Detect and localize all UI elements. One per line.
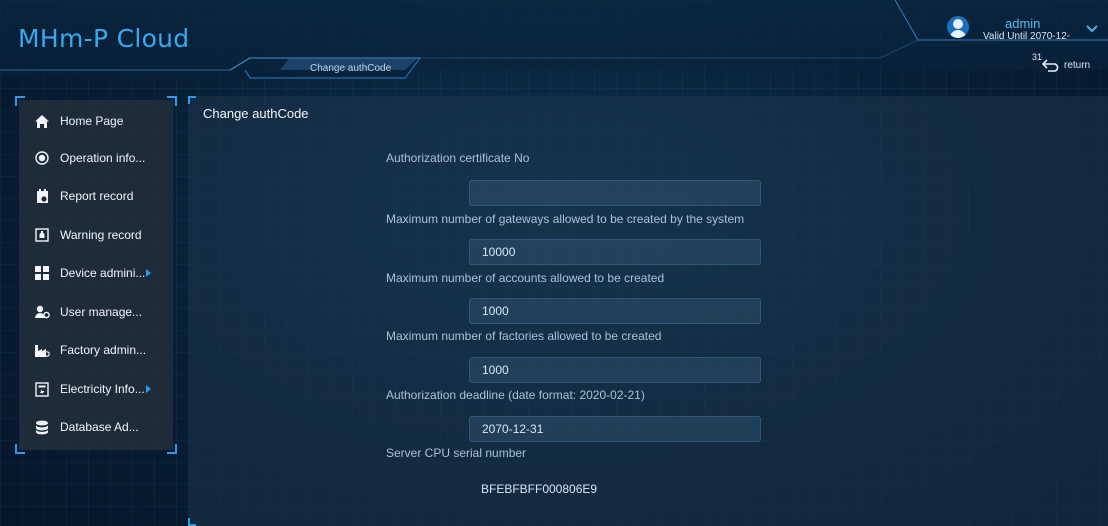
- sidebar-item-device-admin[interactable]: Device admini...: [19, 258, 173, 288]
- avatar[interactable]: [947, 16, 969, 38]
- sidebar-item-label: User manage...: [60, 305, 143, 319]
- cpu-serial-value: BFEBFBFF000806E9: [481, 482, 598, 496]
- certificate-no-input[interactable]: [469, 180, 761, 206]
- return-icon[interactable]: [1042, 58, 1062, 72]
- max-accounts-input[interactable]: 1000: [469, 298, 761, 324]
- grid-icon: [34, 265, 50, 281]
- sidebar-item-label: Device admini...: [60, 266, 146, 280]
- sidebar-item-label: Warning record: [60, 228, 142, 242]
- sidebar-item-label: Electricity Info...: [60, 382, 145, 396]
- header: MHm-P Cloud Change authCode admin Valid …: [0, 0, 1108, 86]
- sidebar-item-electricity-info[interactable]: Electricity Info...: [19, 374, 173, 404]
- max-gateways-input[interactable]: 10000: [469, 239, 761, 265]
- sidebar-item-operation-info[interactable]: Operation info...: [19, 143, 173, 173]
- cpu-serial-label: Server CPU serial number: [386, 446, 527, 460]
- sidebar-item-label: Factory admin...: [60, 343, 147, 357]
- return-label[interactable]: return: [1064, 60, 1090, 71]
- certificate-no-label: Authorization certificate No: [386, 151, 530, 165]
- sidebar-item-label: Report record: [60, 189, 134, 203]
- sidebar-item-label: Database Ad...: [60, 420, 139, 434]
- valid-until-text: Valid Until 2070-12-: [983, 31, 1071, 42]
- sidebar-item-factory-admin[interactable]: Factory admin...: [19, 335, 173, 365]
- chevron-down-icon[interactable]: [1086, 25, 1098, 33]
- submenu-arrow-icon: [146, 269, 152, 277]
- auth-deadline-label: Authorization deadline (date format: 202…: [386, 388, 645, 402]
- page-title: Change authCode: [203, 106, 309, 121]
- sidebar: Home Page Operation info... Report recor…: [15, 96, 177, 454]
- sidebar-item-database-admin[interactable]: Database Ad...: [19, 412, 173, 442]
- user-menu[interactable]: admin Valid Until 2070-12-: [945, 10, 1105, 50]
- max-factories-label: Maximum number of factories allowed to b…: [386, 329, 662, 343]
- valid-until-day: 31: [1032, 52, 1043, 62]
- max-factories-input[interactable]: 1000: [469, 357, 761, 383]
- main-panel: Change authCode Authorization certificat…: [188, 96, 1108, 526]
- sidebar-item-label: Home Page: [60, 114, 124, 128]
- sidebar-item-report-record[interactable]: Report record: [19, 181, 173, 211]
- submenu-arrow-icon: [145, 385, 151, 393]
- tab-change-authcode[interactable]: Change authCode: [310, 63, 391, 74]
- home-icon: [34, 113, 50, 129]
- factory-icon: [34, 342, 50, 358]
- database-icon: [34, 419, 50, 435]
- max-accounts-label: Maximum number of accounts allowed to be…: [386, 271, 665, 285]
- target-icon: [34, 150, 50, 166]
- sidebar-item-home[interactable]: Home Page: [19, 106, 173, 136]
- max-gateways-label: Maximum number of gateways allowed to be…: [386, 212, 745, 226]
- user-gear-icon: [34, 304, 50, 320]
- bell-icon: [34, 227, 50, 243]
- user-name[interactable]: admin: [1005, 16, 1040, 31]
- sidebar-item-warning-record[interactable]: Warning record: [19, 220, 173, 250]
- sidebar-item-label: Operation info...: [60, 151, 146, 165]
- app-title: MHm-P Cloud: [18, 24, 190, 53]
- meter-icon: [34, 381, 50, 397]
- return-button[interactable]: 31 return: [1032, 52, 1102, 74]
- sidebar-item-user-management[interactable]: User manage...: [19, 297, 173, 327]
- auth-deadline-input[interactable]: 2070-12-31: [469, 416, 761, 442]
- calendar-report-icon: [34, 188, 50, 204]
